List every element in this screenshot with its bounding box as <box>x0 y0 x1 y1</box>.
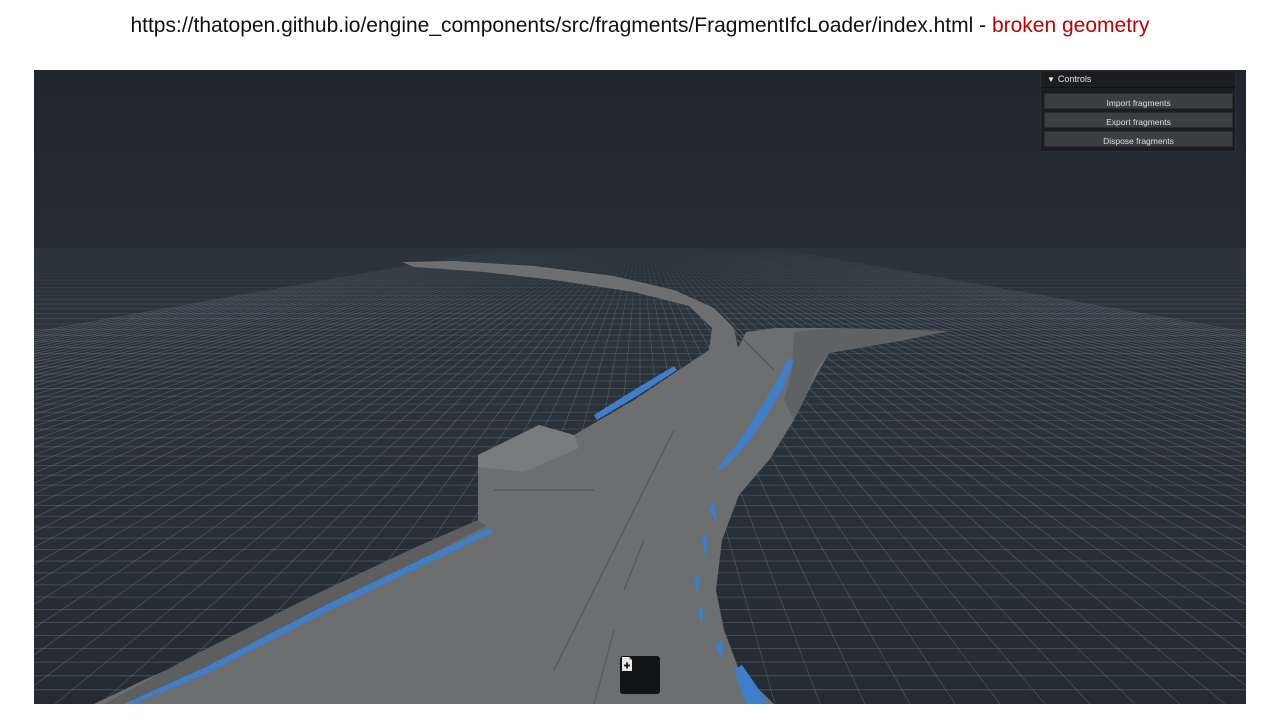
chevron-down-icon: ▼ <box>1047 75 1055 84</box>
caption-note: broken geometry <box>991 14 1150 37</box>
3d-viewport[interactable]: ▼ Controls Import fragments Export fragme… <box>34 70 1246 704</box>
caption-separator: - <box>973 14 992 37</box>
load-ifc-button[interactable] <box>620 656 660 694</box>
controls-header[interactable]: ▼ Controls <box>1041 71 1235 88</box>
file-plus-icon <box>622 657 632 671</box>
controls-panel: ▼ Controls Import fragments Export fragme… <box>1040 70 1236 152</box>
controls-body: Import fragments Export fragments Dispos… <box>1041 88 1235 151</box>
controls-title: Controls <box>1057 74 1092 84</box>
import-fragments-button[interactable]: Import fragments <box>1044 93 1233 109</box>
slide-caption: https://thatopen.github.io/engine_compon… <box>0 14 1280 38</box>
dispose-fragments-button[interactable]: Dispose fragments <box>1044 131 1233 147</box>
scene-canvas[interactable] <box>34 70 1246 704</box>
export-fragments-button[interactable]: Export fragments <box>1044 112 1233 128</box>
caption-url: https://thatopen.github.io/engine_compon… <box>130 14 974 37</box>
